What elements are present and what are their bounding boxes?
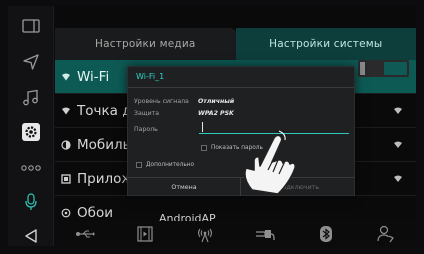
wifi-signal-icon [394, 141, 402, 148]
toggle-knob [360, 62, 365, 75]
left-rail [8, 6, 54, 246]
security-label: Защита [134, 110, 160, 117]
more-icon[interactable] [8, 152, 54, 184]
password-input[interactable] [199, 133, 349, 134]
head-unit-screen: Настройки медиа Настройки системы Wi-Fi … [0, 0, 424, 254]
split-screen-icon[interactable] [8, 10, 54, 42]
tab-media-settings[interactable]: Настройки медиа [55, 28, 236, 60]
back-icon[interactable] [8, 220, 54, 252]
aux-icon[interactable] [255, 224, 277, 244]
tab-system-settings[interactable]: Настройки системы [235, 28, 416, 60]
password-label: Пароль [134, 126, 158, 133]
wifi-icon [62, 73, 70, 81]
list-item-label: Wi-Fi [77, 68, 110, 85]
apps-icon [61, 174, 71, 184]
wifi-signal-icon [394, 107, 402, 114]
show-password-label[interactable]: Показать пароль [211, 145, 263, 151]
signal-strength-value: Отличный [198, 98, 235, 105]
advanced-label[interactable]: Дополнительно [146, 162, 194, 168]
mobile-data-icon [61, 140, 71, 150]
dialog-divider [128, 87, 354, 88]
toggle-fill [384, 62, 407, 75]
show-password-checkbox[interactable] [201, 145, 207, 151]
text-caret [202, 122, 203, 132]
video-icon[interactable] [134, 224, 156, 244]
advanced-checkbox[interactable] [136, 162, 142, 168]
usb-icon[interactable] [74, 224, 96, 244]
signal-strength-label: Уровень сигнала [134, 98, 189, 105]
list-item-label: Обои [77, 205, 113, 221]
settings-icon[interactable] [8, 116, 54, 148]
connect-button[interactable]: Подключить [242, 178, 355, 196]
bottom-source-bar [55, 221, 416, 246]
settings-tabs: Настройки медиа Настройки системы [55, 28, 416, 60]
navigation-icon[interactable] [8, 46, 54, 78]
wifi-connect-dialog: Wi-Fi_1 Уровень сигнала Отличный Защита … [127, 66, 355, 196]
security-value: WPA2 PSK [198, 110, 234, 117]
dialog-title: Wi-Fi_1 [136, 72, 165, 81]
wifi-toggle[interactable] [358, 60, 409, 77]
wallpaper-icon [61, 208, 71, 218]
radio-icon[interactable] [194, 224, 216, 244]
music-icon[interactable] [8, 82, 54, 114]
cancel-button[interactable]: Отмена [128, 178, 241, 196]
hotspot-icon [62, 107, 70, 115]
bluetooth-icon[interactable] [315, 224, 337, 244]
microphone-icon[interactable] [8, 186, 54, 218]
phone-icon[interactable] [375, 224, 397, 244]
wifi-signal-icon [394, 175, 402, 182]
